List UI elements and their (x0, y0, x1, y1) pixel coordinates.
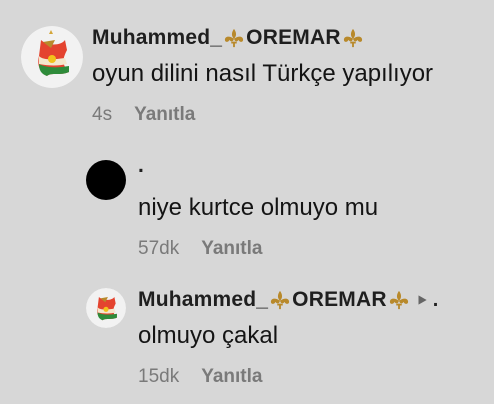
reply-button[interactable]: Yanıtla (134, 104, 195, 126)
fleur-de-lis-icon (271, 290, 290, 310)
comment-text: oyun dilini nasıl Türkçe yapılıyor (92, 60, 434, 87)
reply-arrow-icon (418, 295, 427, 305)
reply-to-username[interactable]: . (433, 289, 439, 312)
fleur-de-lis-icon (389, 290, 408, 310)
timestamp: 57dk (138, 238, 180, 259)
comment-meta: 4s Yanıtla (92, 104, 195, 126)
timestamp: 15dk (138, 366, 180, 387)
username-suffix[interactable]: OREMAR (292, 288, 387, 312)
username-row[interactable]: . (138, 154, 144, 178)
comment-meta: 15dk Yanıtla (138, 366, 262, 388)
comment-meta: 57dk Yanıtla (138, 238, 262, 260)
comment-text: niye kurtce olmuyo mu (138, 194, 379, 221)
timestamp: 4s (92, 104, 113, 125)
username-row[interactable]: Muhammed_ OREMAR . (138, 288, 438, 312)
avatar[interactable] (86, 288, 126, 328)
avatar[interactable] (86, 160, 126, 200)
reply-button[interactable]: Yanıtla (201, 366, 262, 388)
comment-text: olmuyo çakal (138, 322, 279, 349)
username-row[interactable]: Muhammed_ OREMAR (92, 26, 365, 50)
fleur-de-lis-icon (225, 28, 244, 48)
kurdistan-flag-avatar (86, 288, 126, 328)
avatar[interactable] (21, 26, 83, 88)
username[interactable]: . (138, 154, 144, 178)
username[interactable]: Muhammed_ (92, 26, 222, 50)
reply-button[interactable]: Yanıtla (201, 238, 262, 260)
kurdistan-flag-avatar (21, 26, 83, 88)
username-suffix[interactable]: OREMAR (246, 26, 341, 50)
username[interactable]: Muhammed_ (138, 288, 268, 312)
fleur-de-lis-icon (343, 28, 362, 48)
